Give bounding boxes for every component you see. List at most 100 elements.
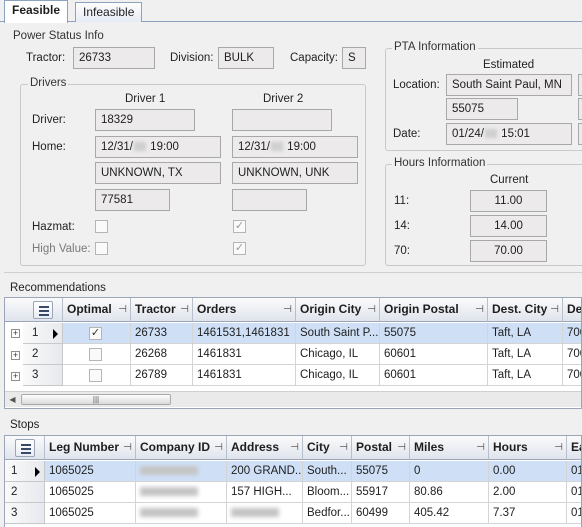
cell-company-id[interactable] (136, 461, 227, 482)
driver2-home-zip[interactable] (232, 189, 307, 211)
pta-date-field[interactable]: 01/24/ 15:01 (446, 123, 572, 145)
cell-postal[interactable]: 60499 (352, 503, 410, 524)
driver1-home-city[interactable]: UNKNOWN, TX (95, 162, 221, 184)
pin-icon[interactable]: ⊣ (397, 436, 406, 459)
expand-icon[interactable]: + (11, 372, 20, 381)
cell-orders[interactable]: 1461831 (193, 344, 296, 365)
cell-company-id[interactable] (136, 482, 227, 503)
pta-zip-field[interactable]: 55075 (446, 98, 518, 120)
col-leg-number[interactable]: Leg Number ⊣ (45, 436, 136, 460)
cell-de[interactable]: 700 (563, 365, 581, 386)
col-company-id[interactable]: Company ID ⊣ (136, 436, 227, 460)
col-dest-city[interactable]: Dest. City ⊣ (488, 298, 563, 322)
cell-origin-city[interactable]: Chicago, IL (296, 365, 380, 386)
driver2-field[interactable] (232, 109, 332, 131)
pin-icon[interactable]: ⊣ (475, 298, 484, 321)
col-optimal[interactable]: Optimal ⊣ (63, 298, 131, 322)
pin-icon[interactable]: ⊣ (214, 436, 223, 459)
cell-city[interactable]: Bedfor... (303, 503, 352, 524)
cell-city[interactable]: Bloom... (303, 482, 352, 503)
col-city[interactable]: City ⊣ (303, 436, 352, 460)
column-chooser-icon[interactable] (33, 301, 53, 319)
tab-feasible[interactable]: Feasible (4, 0, 69, 23)
driver2-home-date[interactable]: 12/31/ 19:00 (232, 136, 358, 158)
pin-icon[interactable]: ⊣ (180, 298, 189, 321)
scroll-left-icon[interactable]: ◀ (7, 394, 18, 405)
horizontal-scrollbar[interactable]: ◀ ||| (5, 391, 581, 407)
cell-ea[interactable]: 01/ (567, 482, 581, 503)
cell-de[interactable]: 700 (563, 344, 581, 365)
division-field[interactable]: BULK (218, 47, 274, 69)
cell-tractor[interactable]: 26789 (131, 365, 193, 386)
cell-origin-city[interactable]: Chicago, IL (296, 344, 380, 365)
pta-location-field[interactable]: South Saint Paul, MN (446, 74, 572, 96)
cell-orders[interactable]: 1461531,1461831 (193, 323, 296, 344)
cell-miles[interactable]: 0 (410, 461, 489, 482)
tab-infeasible[interactable]: Infeasible (75, 2, 143, 22)
cell-origin-postal[interactable]: 60601 (380, 344, 488, 365)
hours-11-field[interactable]: 11.00 (470, 190, 547, 212)
cell-dest-city[interactable]: Taft, LA (488, 323, 563, 344)
cell-origin-postal[interactable]: 60601 (380, 365, 488, 386)
cell-miles[interactable]: 80.86 (410, 482, 489, 503)
cell-address[interactable] (227, 503, 303, 524)
col-tractor[interactable]: Tractor ⊣ (131, 298, 193, 322)
cell-ea[interactable]: 01/ (567, 461, 581, 482)
driver1-hazmat-checkbox[interactable] (95, 220, 108, 233)
col-postal[interactable]: Postal ⊣ (352, 436, 410, 460)
cell-postal[interactable]: 55917 (352, 482, 410, 503)
row-header[interactable]: 3 (5, 503, 45, 524)
col-ea[interactable]: Ea (567, 436, 581, 460)
driver1-field[interactable]: 18329 (95, 109, 195, 131)
pin-icon[interactable]: ⊣ (554, 436, 563, 459)
cell-de[interactable]: 700 (563, 323, 581, 344)
pin-icon[interactable]: ⊣ (118, 298, 127, 321)
hours-14-field[interactable]: 14.00 (470, 215, 547, 237)
cell-miles[interactable]: 405.42 (410, 503, 489, 524)
column-chooser-icon[interactable] (15, 439, 35, 457)
optimal-checkbox[interactable] (89, 369, 102, 382)
pin-icon[interactable]: ⊣ (339, 436, 348, 459)
capacity-field[interactable]: S (342, 47, 366, 69)
expand-icon[interactable]: + (11, 351, 20, 360)
cell-origin-postal[interactable]: 55075 (380, 323, 488, 344)
col-origin-city[interactable]: Origin City ⊣ (296, 298, 380, 322)
cell-address[interactable]: 157 HIGH... (227, 482, 303, 503)
cell-hours[interactable]: 0.00 (489, 461, 567, 482)
pin-icon[interactable]: ⊣ (123, 436, 132, 459)
cell-leg-number[interactable]: 1065025 (45, 482, 136, 503)
tractor-field[interactable]: 26733 (73, 47, 155, 69)
cell-dest-city[interactable]: Taft, LA (488, 365, 563, 386)
cell-hours[interactable]: 7.37 (489, 503, 567, 524)
col-address[interactable]: Address ⊣ (227, 436, 303, 460)
cell-dest-city[interactable]: Taft, LA (488, 344, 563, 365)
driver1-home-date[interactable]: 12/31/ 19:00 (95, 136, 221, 158)
pta-date-extra[interactable] (578, 123, 582, 145)
pin-icon[interactable]: ⊣ (476, 436, 485, 459)
driver1-home-zip[interactable]: 77581 (95, 189, 170, 211)
expand-icon[interactable]: + (11, 329, 20, 338)
cell-company-id[interactable] (136, 503, 227, 524)
cell-postal[interactable]: 55075 (352, 461, 410, 482)
optimal-checkbox[interactable] (89, 348, 102, 361)
driver2-home-city[interactable]: UNKNOWN, UNK (232, 162, 358, 184)
col-miles[interactable]: Miles ⊣ (410, 436, 489, 460)
hours-70-field[interactable]: 70.00 (470, 240, 547, 262)
pta-zip-extra[interactable] (578, 98, 582, 120)
optimal-checkbox[interactable]: ✓ (89, 327, 102, 340)
pin-icon[interactable]: ⊣ (283, 298, 292, 321)
cell-tractor[interactable]: 26268 (131, 344, 193, 365)
cell-city[interactable]: South... (303, 461, 352, 482)
pin-icon[interactable]: ⊣ (550, 298, 559, 321)
cell-origin-city[interactable]: South Saint P... (296, 323, 380, 344)
pin-icon[interactable]: ⊣ (290, 436, 299, 459)
cell-leg-number[interactable]: 1065025 (45, 461, 136, 482)
row-header[interactable]: 3 (23, 365, 63, 386)
cell-leg-number[interactable]: 1065025 (45, 503, 136, 524)
driver2-high-value-checkbox[interactable]: ✓ (233, 242, 246, 255)
driver2-hazmat-checkbox[interactable]: ✓ (233, 220, 246, 233)
cell-address[interactable]: 200 GRAND... (227, 461, 303, 482)
col-hours[interactable]: Hours ⊣ (489, 436, 567, 460)
driver1-high-value-checkbox[interactable] (95, 242, 108, 255)
col-orders[interactable]: Orders ⊣ (193, 298, 296, 322)
